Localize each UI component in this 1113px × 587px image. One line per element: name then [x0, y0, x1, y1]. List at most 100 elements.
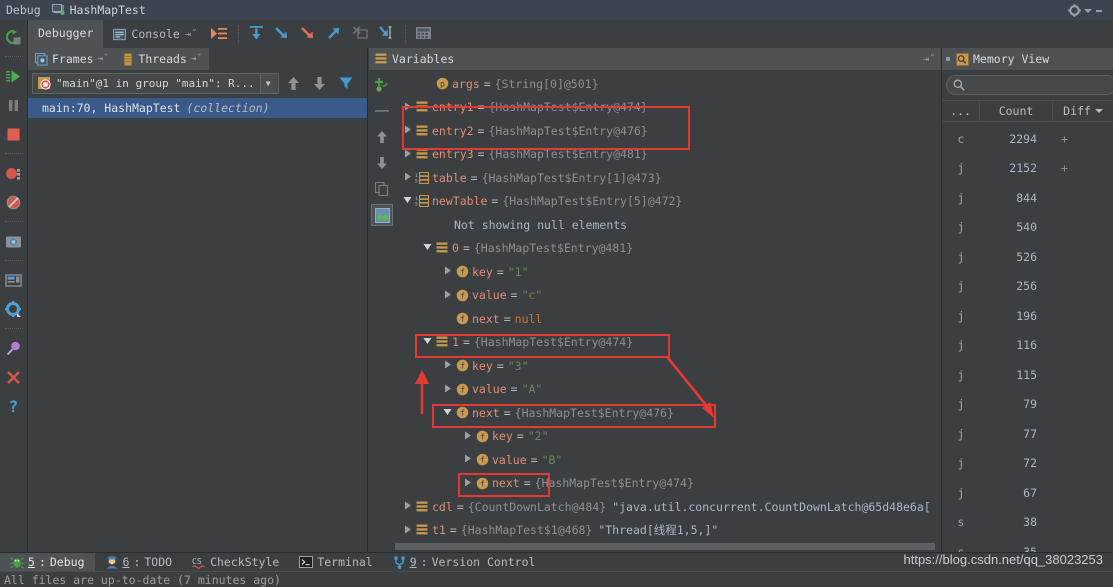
variable-row[interactable]: Not showing null elements [395, 213, 941, 237]
chevron-down-icon[interactable]: ▼ [259, 73, 276, 93]
variable-row[interactable]: p args = {String[0]@501} [395, 72, 941, 96]
memory-table-row[interactable]: j 526 [942, 242, 1113, 272]
show-memory-view-icon[interactable] [371, 204, 393, 226]
tool-window-button-todo[interactable]: 6: TODO [95, 553, 183, 572]
variable-row[interactable]: f value = "c" [395, 284, 941, 308]
variable-row[interactable]: f next = null [395, 307, 941, 331]
titlebar-settings[interactable] [1068, 4, 1103, 17]
chevron-right-icon[interactable] [461, 431, 474, 442]
pin-tab-icon[interactable]: ⇥˝ [191, 54, 202, 64]
memory-table-row[interactable]: j 844 [942, 183, 1113, 213]
step-out-icon[interactable] [322, 20, 348, 46]
memory-table-row[interactable]: s 38 [942, 508, 1113, 538]
memory-table-body[interactable]: c 2294 + j 2152 + j 844 j 540 j 526 j 256 j 196 j 116 j 115… [942, 124, 1113, 552]
variables-horizontal-scrollbar[interactable] [395, 543, 941, 550]
stack-frame-item[interactable]: main:70, HashMapTest (collection) [28, 98, 367, 118]
chevron-right-icon[interactable] [461, 478, 474, 489]
chevron-down-icon[interactable] [421, 337, 434, 347]
tool-window-button-terminal[interactable]: Terminal [289, 553, 382, 572]
memory-search-box[interactable] [946, 75, 1113, 95]
drop-frame-icon[interactable] [348, 20, 374, 46]
step-over-icon[interactable] [244, 20, 270, 46]
chevron-right-icon[interactable] [441, 360, 454, 371]
memory-table-row[interactable]: s 35 [942, 537, 1113, 552]
settings-gear-icon[interactable] [1, 296, 27, 322]
chevron-right-icon[interactable] [441, 266, 454, 277]
memory-search-input[interactable] [969, 78, 1113, 92]
stop-program-icon[interactable] [1, 121, 27, 147]
memory-table-row[interactable]: j 67 [942, 478, 1113, 508]
variable-row[interactable]: f key = "2" [395, 425, 941, 449]
move-up-icon[interactable] [283, 72, 305, 94]
pin-tab-icon[interactable]: ⇥˝ [923, 54, 941, 65]
show-execution-point-icon[interactable] [207, 20, 233, 46]
scrollbar-thumb[interactable] [395, 543, 935, 550]
run-to-cursor-icon[interactable] [374, 20, 400, 46]
move-down-icon[interactable] [309, 72, 331, 94]
memory-col-diff[interactable]: Diff [1053, 101, 1113, 121]
variable-row[interactable]: 0 = {HashMapTest$Entry@481} [395, 237, 941, 261]
variable-row[interactable]: f value = "B" [395, 448, 941, 472]
tool-window-button-checkstyle[interactable]: CS CheckStyle [182, 553, 289, 572]
minimize-icon[interactable] [1095, 7, 1103, 15]
rerun-icon[interactable] [1, 24, 27, 50]
memory-table-row[interactable]: j 540 [942, 213, 1113, 243]
variable-row[interactable]: t1 = {HashMapTest$1@468} "Thread[线程1,5,]" [395, 519, 941, 543]
memory-table-row[interactable]: j 116 [942, 331, 1113, 361]
variable-row[interactable]: 1 = {HashMapTest$Entry@474} [395, 331, 941, 355]
tool-window-button-debug[interactable]: 5: Debug [0, 552, 95, 572]
variable-row[interactable]: entry3 = {HashMapTest$Entry@481} [395, 143, 941, 167]
memory-col-count[interactable]: Count [980, 101, 1053, 121]
filter-icon[interactable] [335, 72, 357, 94]
chevron-down-icon[interactable] [441, 408, 454, 418]
force-step-into-icon[interactable] [296, 20, 322, 46]
add-watch-icon[interactable] [371, 74, 393, 96]
close-icon[interactable] [1, 364, 27, 390]
pin-tab-icon[interactable] [1, 335, 27, 361]
thread-selector[interactable]: "main"@1 in group "main": R... ▼ [32, 72, 279, 94]
pin-tab-icon[interactable]: ⇥˝ [185, 29, 197, 40]
chevron-right-icon[interactable] [401, 501, 414, 512]
variable-row[interactable]: cdl = {CountDownLatch@484} "java.util.concu… [395, 495, 941, 519]
variable-row[interactable]: 1 5 newTable = {HashMapTest$Entry[5]@472} [395, 190, 941, 214]
mute-breakpoints-icon[interactable] [1, 189, 27, 215]
memory-table-row[interactable]: j 79 [942, 390, 1113, 420]
step-into-icon[interactable] [270, 20, 296, 46]
chevron-right-icon[interactable] [401, 172, 414, 183]
pin-tab-icon[interactable]: ⇥˝ [98, 54, 109, 64]
variables-tree[interactable]: p args = {String[0]@501} entry1 = {HashMapTest… [395, 70, 941, 552]
chevron-down-icon[interactable] [1084, 8, 1092, 14]
variable-row[interactable]: f key = "1" [395, 260, 941, 284]
run-configuration[interactable]: HashMapTest [51, 3, 146, 17]
tab-console[interactable]: Console ⇥˝ [103, 20, 207, 48]
chevron-right-icon[interactable] [401, 102, 414, 113]
variable-row[interactable]: f next = {HashMapTest$Entry@476} [395, 401, 941, 425]
memory-col-class[interactable]: ... [942, 101, 980, 121]
memory-table-row[interactable]: c 2294 + [942, 124, 1113, 154]
memory-table-row[interactable]: j 115 [942, 360, 1113, 390]
chevron-down-icon[interactable] [421, 243, 434, 253]
chevron-right-icon[interactable] [401, 125, 414, 136]
get-thread-dump-icon[interactable] [1, 228, 27, 254]
variable-row[interactable]: entry2 = {HashMapTest$Entry@476} [395, 119, 941, 143]
help-icon[interactable]: ? [1, 393, 27, 419]
memory-table-row[interactable]: j 72 [942, 449, 1113, 479]
move-watch-up-icon[interactable] [371, 126, 393, 148]
evaluate-expression-icon[interactable] [411, 20, 437, 46]
tool-window-button-version-control[interactable]: 9: Version Control [383, 553, 546, 572]
memory-table-row[interactable]: j 2152 + [942, 154, 1113, 184]
variable-row[interactable]: entry1 = {HashMapTest$Entry@474} [395, 96, 941, 120]
variable-row[interactable]: f value = "A" [395, 378, 941, 402]
settings-layout-icon[interactable] [1, 267, 27, 293]
chevron-right-icon[interactable] [461, 454, 474, 465]
memory-table-row[interactable]: j 196 [942, 301, 1113, 331]
pause-program-icon[interactable] [1, 92, 27, 118]
memory-table-row[interactable]: j 77 [942, 419, 1113, 449]
chevron-right-icon[interactable] [441, 384, 454, 395]
tab-debugger[interactable]: Debugger [28, 20, 104, 48]
resume-program-icon[interactable] [1, 63, 27, 89]
chevron-right-icon[interactable] [441, 290, 454, 301]
settings-gear-icon[interactable] [1068, 4, 1081, 17]
tab-frames[interactable]: Frames ⇥˝ [28, 48, 116, 70]
view-breakpoints-icon[interactable] [1, 160, 27, 186]
